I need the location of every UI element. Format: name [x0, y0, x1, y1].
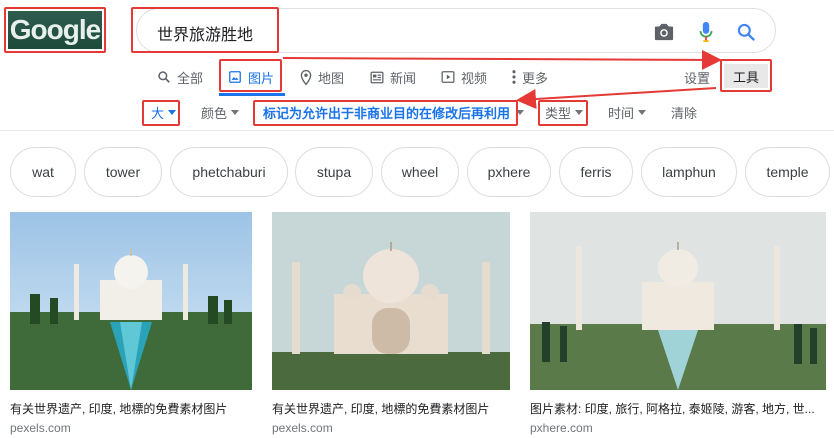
color-filter[interactable]: 颜色	[201, 103, 240, 122]
map-pin-icon	[300, 69, 312, 85]
suggestion-chip[interactable]: pxhere	[467, 147, 551, 197]
search-box[interactable]: 世界旅游胜地	[136, 8, 776, 53]
search-input[interactable]: 世界旅游胜地	[157, 21, 253, 45]
tab-label: 全部	[177, 70, 204, 86]
image-result[interactable]: 有关世界遗产, 印度, 地標的免費素材图片 pexels.com	[272, 212, 510, 435]
suggestion-chip[interactable]: wheel	[381, 147, 459, 197]
tab-news[interactable]: 新闻	[370, 66, 416, 88]
result-title[interactable]: 有关世界遗产, 印度, 地標的免費素材图片	[10, 400, 252, 417]
microphone-icon[interactable]	[693, 19, 719, 45]
type-filter[interactable]: 类型	[545, 103, 584, 122]
result-title[interactable]: 图片素材: 印度, 旅行, 阿格拉, 泰姬陵, 游客, 地方, 世...	[530, 400, 826, 417]
image-result[interactable]: 有关世界遗产, 印度, 地標的免費素材图片 pexels.com	[10, 212, 252, 435]
chip-label: stupa	[316, 164, 352, 180]
settings-link[interactable]: 设置	[684, 66, 710, 88]
play-icon	[441, 71, 455, 83]
size-filter-label: 大	[151, 106, 165, 121]
result-source[interactable]: pxhere.com	[530, 421, 826, 435]
suggestion-chip[interactable]: lamphun	[641, 147, 737, 197]
type-filter-label: 类型	[545, 106, 572, 121]
tab-maps[interactable]: 地图	[300, 66, 344, 88]
result-thumbnail[interactable]	[10, 212, 252, 390]
tab-images[interactable]: 图片	[228, 66, 274, 88]
suggestion-chip[interactable]: phetchaburi	[170, 147, 288, 197]
clear-filters-link[interactable]: 清除	[671, 103, 697, 122]
chevron-down-icon	[516, 110, 524, 115]
image-icon	[229, 71, 241, 83]
suggestion-chip[interactable]: tower	[84, 147, 162, 197]
tab-all[interactable]: 全部	[157, 66, 203, 88]
color-filter-label: 颜色	[201, 106, 228, 121]
chip-label: pxhere	[487, 164, 531, 180]
chevron-down-icon	[638, 110, 647, 115]
tools-button[interactable]: 工具	[724, 64, 768, 88]
time-filter-label: 时间	[608, 106, 635, 121]
chip-label: lamphun	[662, 164, 716, 180]
tab-label: 视频	[461, 70, 488, 86]
chevron-down-icon	[575, 110, 584, 115]
tools-label: 工具	[732, 69, 759, 85]
more-vert-icon	[512, 70, 516, 84]
logo-text: Google	[9, 14, 101, 45]
suggestion-chip[interactable]: wat	[10, 147, 76, 197]
tab-videos[interactable]: 视频	[441, 66, 487, 88]
suggestion-chip[interactable]: ferris	[559, 147, 633, 197]
google-logo[interactable]: Google	[8, 11, 102, 49]
chip-label: ferris	[580, 164, 612, 180]
result-title[interactable]: 有关世界遗产, 印度, 地標的免費素材图片	[272, 400, 510, 417]
suggestion-chip[interactable]: stupa	[295, 147, 373, 197]
result-source[interactable]: pexels.com	[10, 421, 252, 435]
newspaper-icon	[370, 71, 384, 83]
result-source[interactable]: pexels.com	[272, 421, 510, 435]
search-icon[interactable]	[733, 19, 759, 45]
tab-label: 图片	[248, 70, 275, 86]
chip-label: wat	[32, 164, 54, 180]
size-filter[interactable]: 大	[151, 103, 177, 122]
usage-rights-filter[interactable]: 标记为允许出于非商业目的在修改后再利用	[263, 103, 510, 122]
camera-icon[interactable]	[651, 19, 677, 45]
settings-label: 设置	[684, 70, 711, 86]
chip-label: temple	[766, 164, 809, 180]
time-filter[interactable]: 时间	[608, 103, 647, 122]
chip-label: phetchaburi	[192, 164, 266, 180]
clear-label: 清除	[671, 106, 698, 121]
tab-label: 更多	[522, 70, 549, 86]
result-thumbnail[interactable]	[272, 212, 510, 390]
chevron-down-icon	[168, 110, 177, 115]
result-thumbnail[interactable]	[530, 212, 826, 390]
suggestion-chip[interactable]: temple	[745, 147, 830, 197]
image-result[interactable]: 图片素材: 印度, 旅行, 阿格拉, 泰姬陵, 游客, 地方, 世... pxh…	[530, 212, 826, 435]
tab-label: 新闻	[390, 70, 417, 86]
usage-rights-label: 标记为允许出于非商业目的在修改后再利用	[263, 106, 511, 121]
search-icon	[158, 71, 170, 83]
active-tab-indicator	[219, 93, 285, 96]
chevron-down-icon	[231, 110, 240, 115]
header-divider	[0, 130, 834, 131]
chip-label: wheel	[401, 164, 439, 180]
tab-label: 地图	[318, 70, 345, 86]
tab-more[interactable]: 更多	[512, 66, 548, 88]
chip-label: tower	[105, 164, 141, 180]
